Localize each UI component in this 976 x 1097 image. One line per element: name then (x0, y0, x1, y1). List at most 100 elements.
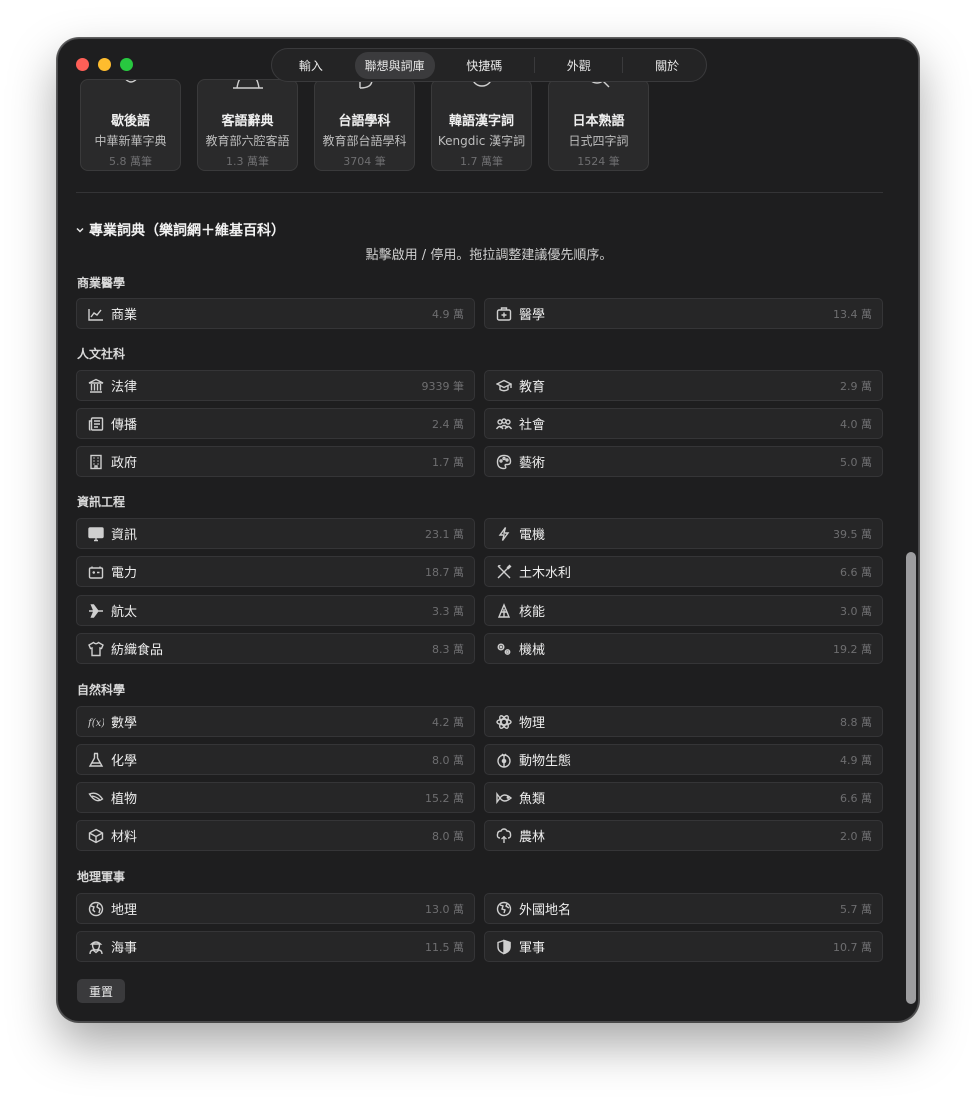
dictionary-item[interactable]: 社會 4.0 萬 (484, 408, 883, 439)
dictionary-item[interactable]: 電機 39.5 萬 (484, 518, 883, 549)
item-count: 13.0 萬 (425, 902, 464, 916)
reset-button[interactable]: 重置 (77, 979, 126, 1003)
item-count: 8.0 萬 (432, 753, 464, 767)
item-count: 3.3 萬 (432, 604, 464, 618)
dictionary-item[interactable]: 紡織食品 8.3 萬 (76, 633, 475, 664)
dictionary-card[interactable]: 客語辭典 教育部六腔客語 1.3 萬筆 (197, 79, 298, 171)
dictionary-item[interactable]: 農林 2.0 萬 (484, 820, 883, 851)
dictionary-item[interactable]: 海事 11.5 萬 (76, 931, 475, 962)
dictionary-card[interactable]: 台語學科 教育部台語學科 3704 筆 (314, 79, 415, 171)
item-label: 資訊 (111, 528, 138, 543)
item-label: 法律 (111, 380, 138, 395)
item-count: 4.0 萬 (840, 417, 872, 431)
dictionary-card[interactable]: 日本熟語 日式四字詞 1524 筆 (548, 79, 649, 171)
dictionary-item[interactable]: 動物生態 4.9 萬 (484, 744, 883, 775)
flask-icon (87, 751, 105, 769)
item-count: 8.3 萬 (432, 642, 464, 656)
tab-suggestions-dictionaries[interactable]: 聯想與詞庫 (354, 51, 435, 79)
cube-icon (87, 827, 105, 845)
dictionary-item[interactable]: 藝術 5.0 萬 (484, 446, 883, 477)
tab-about[interactable]: 關於 (645, 52, 689, 79)
leaf-icon (87, 789, 105, 807)
bank-icon (87, 377, 105, 395)
tab-appearance[interactable]: 外觀 (557, 52, 601, 79)
dictionary-item[interactable]: 機械 19.2 萬 (484, 633, 883, 664)
item-count: 4.9 萬 (432, 307, 464, 321)
item-count: 13.4 萬 (833, 307, 872, 321)
dictionary-item[interactable]: 植物 15.2 萬 (76, 782, 475, 813)
group-label: 人文社科 (77, 347, 126, 361)
card-source: Kengdic 漢字詞 (437, 134, 526, 148)
item-count: 3.0 萬 (840, 604, 872, 618)
dictionary-item[interactable]: 物理 8.8 萬 (484, 706, 883, 737)
card-source: 日式四字詞 (568, 134, 629, 148)
dictionary-card[interactable]: 歇後語 中華新華字典 5.8 萬筆 (80, 79, 181, 171)
close-button[interactable] (76, 58, 89, 71)
section-divider (76, 192, 883, 193)
people-icon (495, 415, 513, 433)
group-label: 商業醫學 (77, 276, 126, 290)
dictionary-item[interactable]: 法律 9339 筆 (76, 370, 475, 401)
dictionary-item[interactable]: 商業 4.9 萬 (76, 298, 475, 329)
dictionary-item[interactable]: 外國地名 5.7 萬 (484, 893, 883, 924)
card-source: 教育部台語學科 (322, 134, 407, 148)
dictionary-item[interactable]: 醫學 13.4 萬 (484, 298, 883, 329)
dictionary-item[interactable]: f(x) 數學 4.2 萬 (76, 706, 475, 737)
item-label: 機械 (519, 643, 546, 658)
section-toggle[interactable]: 專業詞典（樂詞網＋維基百科） (76, 220, 285, 240)
zoom-button[interactable] (120, 58, 133, 71)
dictionary-item[interactable]: 材料 8.0 萬 (76, 820, 475, 851)
tools-icon (495, 563, 513, 581)
item-count: 2.0 萬 (840, 829, 872, 843)
item-count: 6.6 萬 (840, 791, 872, 805)
item-label: 物理 (519, 716, 546, 731)
dictionary-item[interactable]: 航太 3.3 萬 (76, 595, 475, 626)
item-count: 8.8 萬 (840, 715, 872, 729)
card-count: 1.7 萬筆 (460, 155, 503, 168)
item-label: 核能 (519, 605, 546, 620)
dictionary-item[interactable]: 電力 18.7 萬 (76, 556, 475, 587)
item-label: 電力 (111, 566, 138, 581)
dictionary-item[interactable]: 政府 1.7 萬 (76, 446, 475, 477)
item-label: 政府 (111, 456, 138, 471)
tab-input[interactable]: 輸入 (289, 52, 333, 79)
card-title: 日本熟語 (572, 114, 625, 129)
item-label: 植物 (111, 792, 138, 807)
item-label: 藝術 (519, 456, 546, 471)
dictionary-item[interactable]: 化學 8.0 萬 (76, 744, 475, 775)
card-count: 1524 筆 (577, 155, 620, 168)
item-count: 6.6 萬 (840, 565, 872, 579)
gears-icon (495, 640, 513, 658)
tree-icon (495, 827, 513, 845)
dictionary-item[interactable]: 魚類 6.6 萬 (484, 782, 883, 813)
card-count: 3704 筆 (343, 155, 386, 168)
dictionary-card[interactable]: 韓語漢字詞 Kengdic 漢字詞 1.7 萬筆 (431, 79, 532, 171)
item-count: 19.2 萬 (833, 642, 872, 656)
dictionary-item[interactable]: 傳播 2.4 萬 (76, 408, 475, 439)
item-count: 23.1 萬 (425, 527, 464, 541)
item-label: 教育 (519, 380, 546, 395)
item-count: 9339 筆 (421, 379, 465, 393)
building-icon (87, 453, 105, 471)
atom-hazard-icon (495, 602, 513, 620)
ladybug-icon (495, 751, 513, 769)
dictionary-item[interactable]: 地理 13.0 萬 (76, 893, 475, 924)
dictionary-item[interactable]: 資訊 23.1 萬 (76, 518, 475, 549)
scrollbar-thumb[interactable] (906, 552, 916, 1004)
function-icon: f(x) (87, 713, 105, 731)
dictionary-item[interactable]: 核能 3.0 萬 (484, 595, 883, 626)
graduation-cap-icon (495, 377, 513, 395)
tshirt-icon (87, 640, 105, 658)
tab-separator (534, 57, 535, 73)
minimize-button[interactable] (98, 58, 111, 71)
card-source: 教育部六腔客語 (205, 134, 290, 148)
svg-text:f(x): f(x) (88, 718, 104, 729)
item-label: 傳播 (111, 418, 138, 433)
dictionary-item[interactable]: 教育 2.9 萬 (484, 370, 883, 401)
item-label: 航太 (111, 605, 138, 620)
tab-shortcodes[interactable]: 快捷碼 (456, 52, 512, 79)
item-count: 8.0 萬 (432, 829, 464, 843)
dictionary-item[interactable]: 土木水利 6.6 萬 (484, 556, 883, 587)
card-title: 歇後語 (110, 114, 150, 129)
dictionary-item[interactable]: 軍事 10.7 萬 (484, 931, 883, 962)
